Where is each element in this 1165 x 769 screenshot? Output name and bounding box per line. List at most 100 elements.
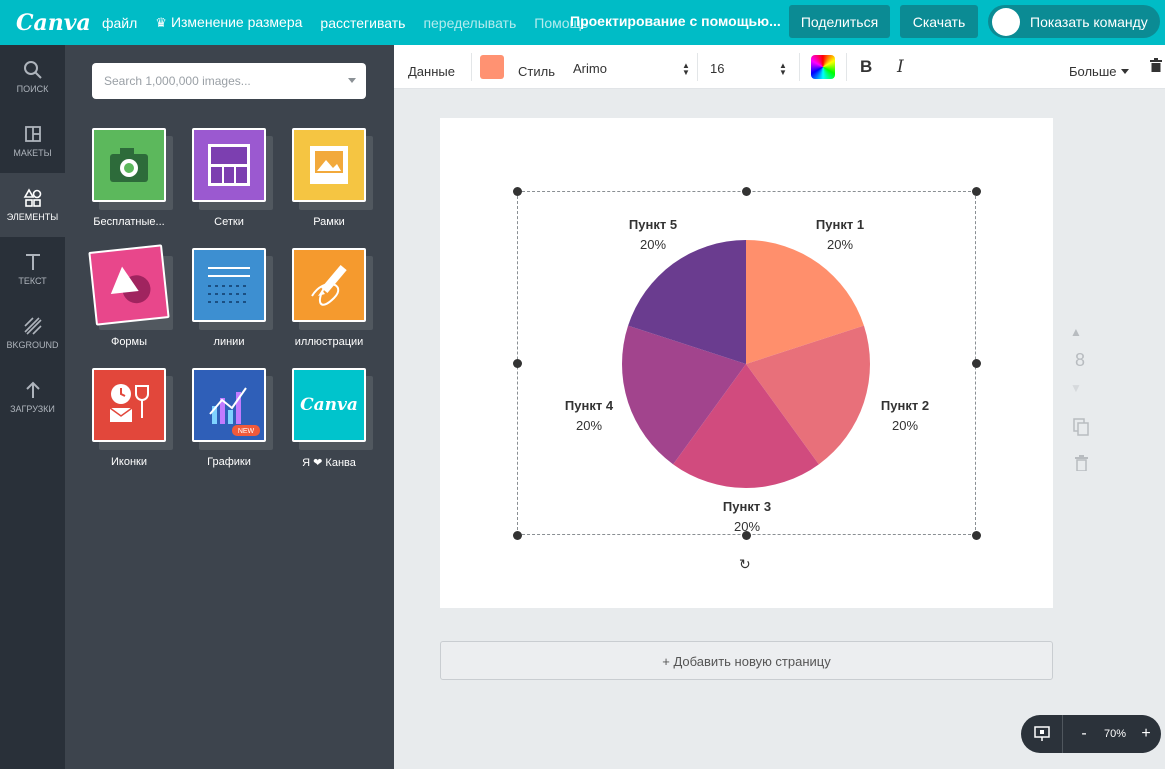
editor-toolbar: Данные Стиль Arimo ▲ ▼ 16 ▲ ▼ B I Больше xyxy=(394,45,1165,89)
menu-file[interactable]: файл xyxy=(102,15,137,31)
clock-icon xyxy=(92,368,166,442)
search-icon xyxy=(23,61,42,79)
grid-icon xyxy=(192,128,266,202)
nav-uploads-label: загрузки xyxy=(10,404,55,414)
font-size-select[interactable]: 16 xyxy=(710,61,724,76)
document-title[interactable]: Проектирование с помощью... xyxy=(570,13,781,29)
data-button[interactable]: Данные xyxy=(408,64,455,79)
trash-icon[interactable] xyxy=(1150,58,1162,72)
tile-grids[interactable]: Сетки xyxy=(179,128,279,228)
page-number: 8 xyxy=(1075,350,1086,370)
selection-box xyxy=(517,191,976,535)
resize-handle-s[interactable] xyxy=(742,531,751,540)
pencil-icon xyxy=(292,248,366,322)
resize-handle-nw[interactable] xyxy=(513,187,522,196)
tile-label: Формы xyxy=(110,336,148,348)
move-down-icon[interactable]: ▼ xyxy=(1070,381,1082,395)
upload-icon xyxy=(25,381,40,398)
tile-label: Графики xyxy=(207,456,251,468)
layouts-icon xyxy=(24,126,41,142)
zoom-in-button[interactable]: + xyxy=(1133,725,1159,743)
menu-redo[interactable]: переделывать xyxy=(423,15,516,31)
tile-i-love-canva[interactable]: Canva Я ❤ Канва xyxy=(279,368,379,469)
text-color-icon[interactable] xyxy=(811,55,835,79)
chevron-down-icon[interactable] xyxy=(348,78,356,83)
tile-label: линии xyxy=(213,336,245,348)
elements-icon xyxy=(23,188,41,207)
tile-lines[interactable]: линии xyxy=(179,248,279,348)
font-select[interactable]: Arimo xyxy=(573,61,607,76)
chart-icon: NEW xyxy=(192,368,266,442)
move-up-icon[interactable]: ▲ xyxy=(1070,325,1082,339)
tile-label: Сетки xyxy=(214,216,244,228)
tile-canva-logo: Canva xyxy=(300,395,358,415)
delete-page-icon[interactable] xyxy=(1075,455,1088,471)
caret-down-icon xyxy=(1120,69,1129,74)
avatar xyxy=(992,7,1020,36)
resize-handle-w[interactable] xyxy=(513,359,522,368)
download-button[interactable]: Скачать xyxy=(900,5,978,38)
canva-logo-icon: Canva xyxy=(292,368,366,442)
tile-icons[interactable]: Иконки xyxy=(79,368,179,468)
font-updown-icon[interactable]: ▲ ▼ xyxy=(682,62,690,77)
tile-charts[interactable]: NEW Графики xyxy=(179,368,279,468)
show-team-label: Показать команду xyxy=(1030,13,1148,30)
tile-label: Я ❤ Канва xyxy=(302,457,356,469)
italic-button[interactable]: I xyxy=(897,57,904,77)
share-button[interactable]: Поделиться xyxy=(789,5,890,38)
show-team-button[interactable]: Показать команду xyxy=(988,5,1160,38)
tile-label: Рамки xyxy=(313,216,345,228)
nav-background-label: BKGROUND xyxy=(6,340,59,350)
camera-icon xyxy=(92,128,166,202)
background-icon xyxy=(23,317,42,335)
menu-undo[interactable]: расстегивать xyxy=(320,15,405,31)
text-icon xyxy=(25,254,40,270)
menu-resize[interactable]: ♛ Изменение размера xyxy=(155,14,302,31)
nav-search[interactable]: поиск xyxy=(0,45,65,109)
search-placeholder: Search 1,000,000 images... xyxy=(104,74,251,88)
crown-icon: ♛ xyxy=(155,15,167,30)
nav-text-label: текст xyxy=(18,276,47,286)
canva-logo[interactable]: Canva xyxy=(16,10,91,36)
tile-free-photos[interactable]: Бесплатные... xyxy=(79,128,179,228)
frame-icon xyxy=(292,128,366,202)
present-icon[interactable] xyxy=(1021,715,1063,753)
new-badge: NEW xyxy=(238,428,255,435)
zoom-out-button[interactable]: - xyxy=(1071,725,1097,743)
tile-label: Иконки xyxy=(111,456,147,468)
rotate-icon[interactable]: ↻ xyxy=(739,556,751,573)
lines-icon xyxy=(192,248,266,322)
resize-handle-sw[interactable] xyxy=(513,531,522,540)
nav-layouts[interactable]: макеты xyxy=(0,109,65,173)
tile-illustrations[interactable]: иллюстрации xyxy=(279,248,379,348)
copy-page-icon[interactable] xyxy=(1073,418,1089,436)
resize-handle-n[interactable] xyxy=(742,187,751,196)
zoom-level[interactable]: 70% xyxy=(1097,728,1133,740)
bold-button[interactable]: B xyxy=(860,57,872,77)
add-page-button[interactable]: + Добавить новую страницу xyxy=(440,641,1053,680)
more-button[interactable]: Больше xyxy=(1069,64,1129,79)
nav-background[interactable]: BKGROUND xyxy=(0,301,65,365)
resize-handle-ne[interactable] xyxy=(972,187,981,196)
side-nav: поиск макеты элементы текст BKGROUND заг… xyxy=(0,45,65,769)
shapes-icon xyxy=(88,244,170,326)
elements-panel: Search 1,000,000 images... Бесплатные...… xyxy=(65,45,394,769)
tile-frames[interactable]: Рамки xyxy=(279,128,379,228)
tile-shapes[interactable]: Формы xyxy=(79,244,179,348)
color-swatch[interactable] xyxy=(480,55,504,79)
nav-elements-label: элементы xyxy=(6,212,59,222)
resize-handle-se[interactable] xyxy=(972,531,981,540)
style-button[interactable]: Стиль xyxy=(518,64,555,79)
top-menu: файл ♛ Изменение размера расстегивать пер… xyxy=(102,14,588,31)
nav-text[interactable]: текст xyxy=(0,237,65,301)
resize-handle-e[interactable] xyxy=(972,359,981,368)
more-label: Больше xyxy=(1069,64,1117,79)
image-search-input[interactable]: Search 1,000,000 images... xyxy=(92,63,366,99)
nav-elements[interactable]: элементы xyxy=(0,173,65,237)
size-updown-icon[interactable]: ▲ ▼ xyxy=(779,62,787,77)
nav-search-label: поиск xyxy=(16,84,49,94)
nav-uploads[interactable]: загрузки xyxy=(0,365,65,429)
menu-resize-label: Изменение размера xyxy=(170,14,303,30)
zoom-control: - 70% + xyxy=(1021,715,1161,753)
tile-label: иллюстрации xyxy=(294,336,364,348)
